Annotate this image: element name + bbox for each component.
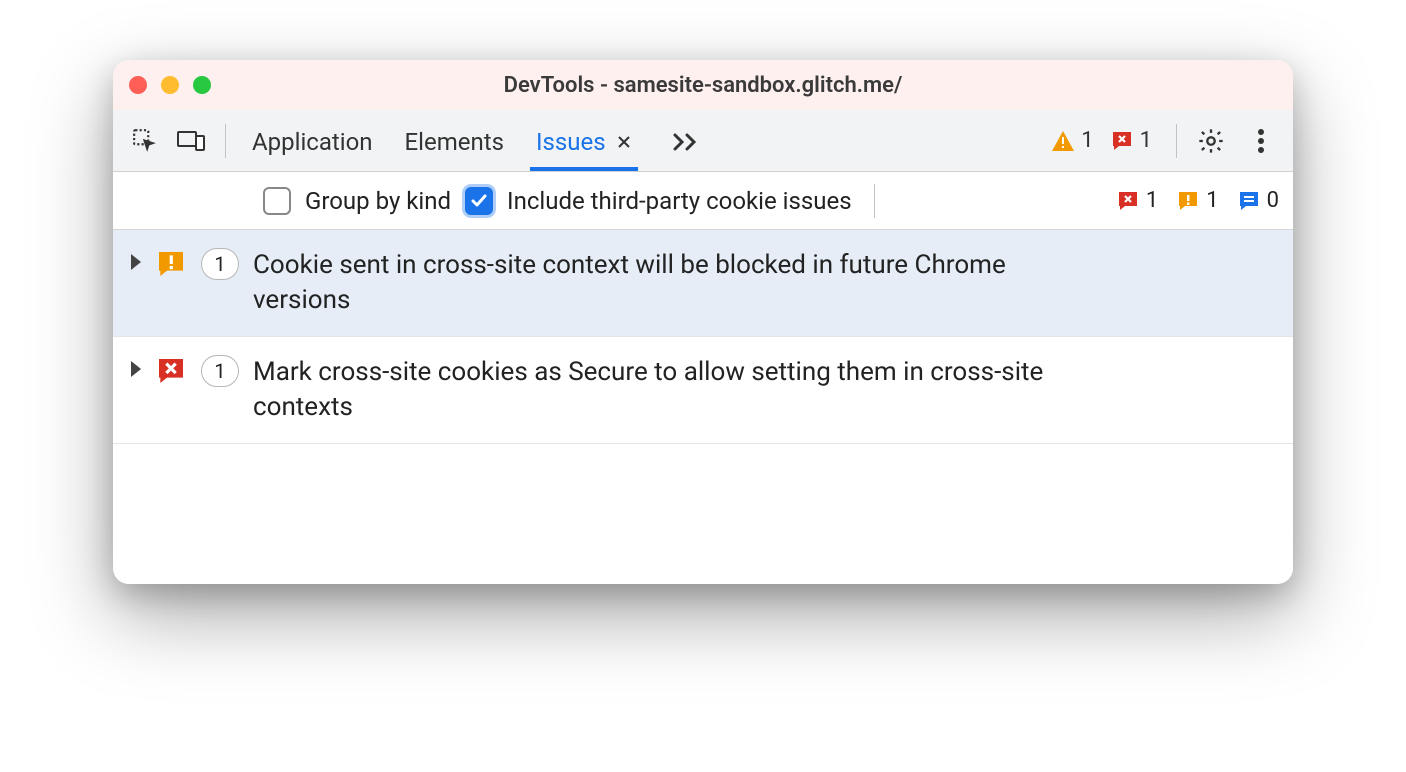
header-error-count[interactable]: 1 bbox=[1110, 128, 1152, 153]
include-third-party-label: Include third-party cookie issues bbox=[507, 187, 852, 215]
warning-bubble-icon bbox=[155, 248, 187, 280]
issue-row[interactable]: 1 Cookie sent in cross-site context will… bbox=[113, 230, 1293, 337]
more-tabs-icon[interactable] bbox=[666, 121, 706, 161]
group-by-kind-label: Group by kind bbox=[305, 187, 451, 215]
count-value: 1 bbox=[1206, 188, 1218, 213]
group-by-kind-checkbox[interactable] bbox=[263, 187, 291, 215]
count-value: 1 bbox=[1140, 128, 1152, 153]
main-toolbar: Application Elements Issues bbox=[113, 110, 1293, 172]
kebab-icon bbox=[1257, 128, 1265, 154]
issue-row[interactable]: 1 Mark cross-site cookies as Secure to a… bbox=[113, 337, 1293, 444]
count-value: 1 bbox=[214, 359, 225, 383]
issues-list: 1 Cookie sent in cross-site context will… bbox=[113, 230, 1293, 584]
warning-triangle-icon bbox=[1051, 130, 1075, 152]
devtools-window: DevTools - samesite-sandbox.glitch.me/ A… bbox=[113, 60, 1293, 584]
more-options-button[interactable] bbox=[1241, 121, 1281, 161]
severity-counts: 1 1 bbox=[1116, 188, 1279, 213]
separator bbox=[225, 124, 226, 158]
window-zoom-button[interactable] bbox=[193, 76, 211, 94]
warning-bubble-icon bbox=[1176, 189, 1200, 213]
error-bubble-icon bbox=[155, 355, 187, 387]
issue-title: Cookie sent in cross-site context will b… bbox=[253, 248, 1053, 318]
header-warning-count[interactable]: 1 bbox=[1051, 128, 1093, 153]
tab-issues[interactable]: Issues bbox=[534, 114, 634, 168]
settings-button[interactable] bbox=[1191, 121, 1231, 161]
info-count[interactable]: 0 bbox=[1237, 188, 1279, 213]
include-third-party-checkbox[interactable] bbox=[465, 187, 493, 215]
issue-title: Mark cross-site cookies as Secure to all… bbox=[253, 355, 1053, 425]
count-value: 1 bbox=[214, 252, 225, 276]
error-count[interactable]: 1 bbox=[1116, 188, 1158, 213]
tab-label: Elements bbox=[405, 128, 504, 156]
issue-count-pill: 1 bbox=[201, 248, 239, 280]
gear-icon bbox=[1197, 127, 1225, 155]
error-bubble-icon bbox=[1110, 129, 1134, 153]
close-tab-icon[interactable] bbox=[616, 134, 632, 150]
panel-tabs: Application Elements Issues bbox=[250, 114, 706, 168]
tab-elements[interactable]: Elements bbox=[403, 114, 506, 168]
count-value: 1 bbox=[1081, 128, 1093, 153]
separator bbox=[874, 184, 875, 218]
toggle-device-toolbar-icon[interactable] bbox=[171, 121, 211, 161]
count-value: 1 bbox=[1146, 188, 1158, 213]
expand-arrow-icon[interactable] bbox=[131, 361, 141, 377]
tab-application[interactable]: Application bbox=[250, 114, 375, 168]
separator bbox=[1176, 124, 1177, 158]
info-bubble-icon bbox=[1237, 189, 1261, 213]
window-title: DevTools - samesite-sandbox.glitch.me/ bbox=[113, 73, 1293, 98]
warning-count[interactable]: 1 bbox=[1176, 188, 1218, 213]
tab-label: Issues bbox=[536, 128, 606, 156]
window-close-button[interactable] bbox=[129, 76, 147, 94]
traffic-lights bbox=[129, 76, 211, 94]
titlebar: DevTools - samesite-sandbox.glitch.me/ bbox=[113, 60, 1293, 110]
issue-count-pill: 1 bbox=[201, 355, 239, 387]
count-value: 0 bbox=[1267, 188, 1279, 213]
expand-arrow-icon[interactable] bbox=[131, 254, 141, 270]
issues-filter-bar: Group by kind Include third-party cookie… bbox=[113, 172, 1293, 230]
window-minimize-button[interactable] bbox=[161, 76, 179, 94]
error-bubble-icon bbox=[1116, 189, 1140, 213]
tab-label: Application bbox=[252, 128, 373, 156]
inspect-element-icon[interactable] bbox=[125, 121, 165, 161]
